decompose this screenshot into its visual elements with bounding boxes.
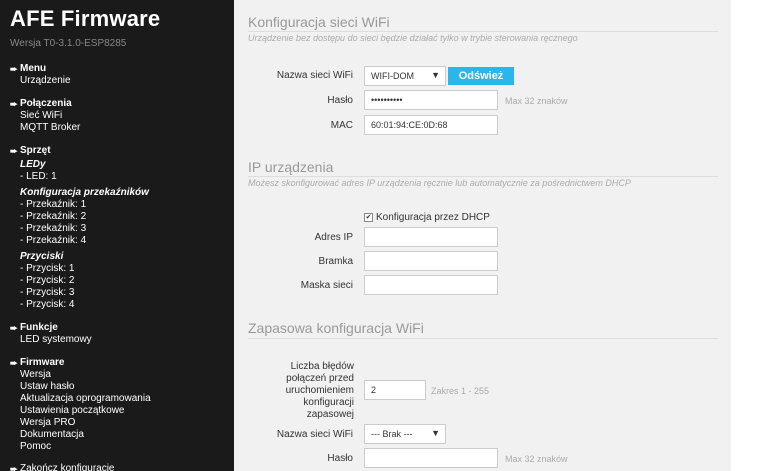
- gateway-field[interactable]: [364, 251, 498, 271]
- error-count-field[interactable]: 2: [364, 380, 426, 400]
- arrow-right-icon: ➨: [10, 358, 18, 368]
- mac-label: MAC: [330, 120, 353, 131]
- mac-field[interactable]: 60:01:94:CE:0D:68: [364, 115, 498, 135]
- subnet-mask-field[interactable]: [364, 275, 498, 295]
- error-count-label-line: konfiguracji: [303, 397, 354, 408]
- arrow-right-icon: ➨: [10, 64, 18, 74]
- arrow-right-icon: ➨: [10, 146, 18, 156]
- error-count-label: Liczba błędów połączeń przed uruchomieni…: [248, 361, 354, 421]
- nav-heading-label: Sprzęt: [20, 145, 51, 156]
- password-field[interactable]: ••••••••••: [364, 90, 498, 110]
- ssid-label: Nazwa sieci WiFi: [276, 70, 353, 81]
- sidebar-item-przekaznik-1[interactable]: - Przekaźnik: 1: [10, 199, 230, 211]
- ip-address-label: Adres IP: [314, 232, 353, 243]
- section-divider: [248, 176, 718, 177]
- sidebar-item-ustawienia-poczatkowe[interactable]: Ustawienia początkowe: [10, 405, 230, 417]
- main-content: Konfiguracja sieci WiFi Urządzenie bez d…: [234, 0, 731, 471]
- nav-heading-funkcje: ➨ Funkcje: [10, 322, 230, 334]
- arrow-right-icon: ➨: [10, 99, 18, 109]
- sidebar-item-aktualizacja[interactable]: Aktualizacja oprogramowania: [10, 393, 230, 405]
- sidebar-item-pomoc[interactable]: Pomoc: [10, 441, 230, 453]
- error-count-label-line: zapasowej: [306, 409, 354, 420]
- sidebar-item-przekaznik-3[interactable]: - Przekaźnik: 3: [10, 223, 230, 235]
- sidebar-nav: ➨ Menu Urządzenie ➨ Połączenia Sieć WiFi…: [10, 63, 230, 471]
- nav-heading-sprzet: ➨ Sprzęt: [10, 145, 230, 157]
- sidebar-item-przycisk-3[interactable]: - Przycisk: 3: [10, 287, 230, 299]
- section-divider: [248, 31, 718, 32]
- nav-group-przyciski: Przyciski: [20, 251, 64, 262]
- backup-ssid-label: Nazwa sieci WiFi: [276, 429, 353, 440]
- nav-heading-firmware: ➨ Firmware: [10, 357, 230, 369]
- nav-heading-label: Firmware: [20, 357, 65, 368]
- sidebar-item-przekaznik-4[interactable]: - Przekaźnik: 4: [10, 235, 230, 247]
- sidebar-item-wersja-pro[interactable]: Wersja PRO: [10, 417, 230, 429]
- password-label: Hasło: [327, 95, 353, 106]
- subnet-mask-label: Maska sieci: [300, 280, 353, 291]
- backup-password-hint: Max 32 znaków: [505, 454, 568, 464]
- nav-section-funkcje: ➨ Funkcje LED systemowy: [10, 322, 230, 346]
- backup-password-field[interactable]: [364, 448, 498, 468]
- sidebar-item-led-1[interactable]: - LED: 1: [10, 171, 230, 183]
- sidebar-item-przycisk-2[interactable]: - Przycisk: 2: [10, 275, 230, 287]
- page-margin: [731, 0, 784, 471]
- ssid-select[interactable]: WIFI-DOM ▼: [364, 66, 446, 86]
- nav-section-polaczenia: ➨ Połączenia Sieć WiFi MQTT Broker: [10, 98, 230, 134]
- sidebar-item-led-systemowy[interactable]: LED systemowy: [10, 334, 230, 346]
- ssid-select-value: WIFI-DOM: [371, 71, 414, 81]
- nav-heading-label: Połączenia: [20, 98, 72, 109]
- caret-down-icon: ▼: [431, 428, 440, 438]
- nav-footer-label: Zakończ konfigurację: [20, 463, 115, 471]
- sidebar-item-urzadzenie[interactable]: Urządzenie: [10, 75, 230, 87]
- section-title-backup: Zapasowa konfiguracja WiFi: [248, 320, 424, 336]
- sidebar-item-wersja[interactable]: Wersja: [10, 369, 230, 381]
- nav-footer-zakoncz[interactable]: ➨ Zakończ konfigurację: [10, 463, 230, 471]
- nav-heading-label: Funkcje: [20, 322, 58, 333]
- section-divider: [248, 338, 718, 339]
- section-desc-wifi: Urządzenie bez dostępu do sieci będzie d…: [248, 33, 578, 43]
- error-count-hint: Zakres 1 - 255: [431, 386, 490, 396]
- nav-section-firmware: ➨ Firmware Wersja Ustaw hasło Aktualizac…: [10, 357, 230, 453]
- password-hint: Max 32 znaków: [505, 96, 568, 106]
- firmware-version: Wersja T0-3.1.0-ESP8285: [10, 38, 127, 49]
- sidebar-item-dokumentacja[interactable]: Dokumentacja: [10, 429, 230, 441]
- nav-group-przekazniki: Konfiguracja przekaźników: [20, 187, 149, 198]
- section-title-wifi: Konfiguracja sieci WiFi: [248, 14, 390, 30]
- brand-title: AFE Firmware: [10, 6, 161, 31]
- error-count-label-line: uruchomieniem: [285, 385, 354, 396]
- dhcp-label: Konfiguracja przez DHCP: [376, 212, 490, 223]
- nav-section-menu: ➨ Menu Urządzenie: [10, 63, 230, 87]
- arrow-right-icon: ➨: [10, 323, 18, 333]
- error-count-label-line: połączeń przed: [286, 373, 354, 384]
- nav-heading-polaczenia: ➨ Połączenia: [10, 98, 230, 110]
- sidebar-item-przekaznik-2[interactable]: - Przekaźnik: 2: [10, 211, 230, 223]
- backup-ssid-select-value: --- Brak ---: [371, 429, 413, 439]
- nav-group-ledy: LEDy: [20, 159, 46, 170]
- backup-ssid-select[interactable]: --- Brak --- ▼: [364, 424, 446, 444]
- arrow-right-icon: ➨: [10, 464, 18, 471]
- dhcp-checkbox[interactable]: ✔: [364, 213, 373, 222]
- error-count-label-line: Liczba błędów: [290, 361, 354, 372]
- gateway-label: Bramka: [318, 256, 353, 267]
- sidebar-item-przycisk-4[interactable]: - Przycisk: 4: [10, 299, 230, 311]
- checkmark-icon: ✔: [365, 214, 372, 221]
- sidebar-item-siec-wifi[interactable]: Sieć WiFi: [10, 110, 230, 122]
- section-desc-ip: Możesz skonfigurować adres IP urządzenia…: [248, 178, 631, 188]
- backup-password-label: Hasło: [327, 453, 353, 464]
- refresh-button[interactable]: Odśwież: [448, 67, 514, 85]
- nav-heading-label: Menu: [20, 63, 47, 74]
- sidebar-item-przycisk-1[interactable]: - Przycisk: 1: [10, 263, 230, 275]
- ip-address-field[interactable]: [364, 227, 498, 247]
- nav-heading-menu: ➨ Menu: [10, 63, 230, 75]
- sidebar: AFE Firmware Wersja T0-3.1.0-ESP8285 ➨ M…: [0, 0, 234, 471]
- nav-section-sprzet: ➨ Sprzęt LEDy - LED: 1 Konfiguracja prze…: [10, 145, 230, 311]
- section-title-ip: IP urządzenia: [248, 159, 334, 175]
- sidebar-item-ustaw-haslo[interactable]: Ustaw hasło: [10, 381, 230, 393]
- caret-down-icon: ▼: [431, 70, 440, 80]
- sidebar-item-mqtt-broker[interactable]: MQTT Broker: [10, 122, 230, 134]
